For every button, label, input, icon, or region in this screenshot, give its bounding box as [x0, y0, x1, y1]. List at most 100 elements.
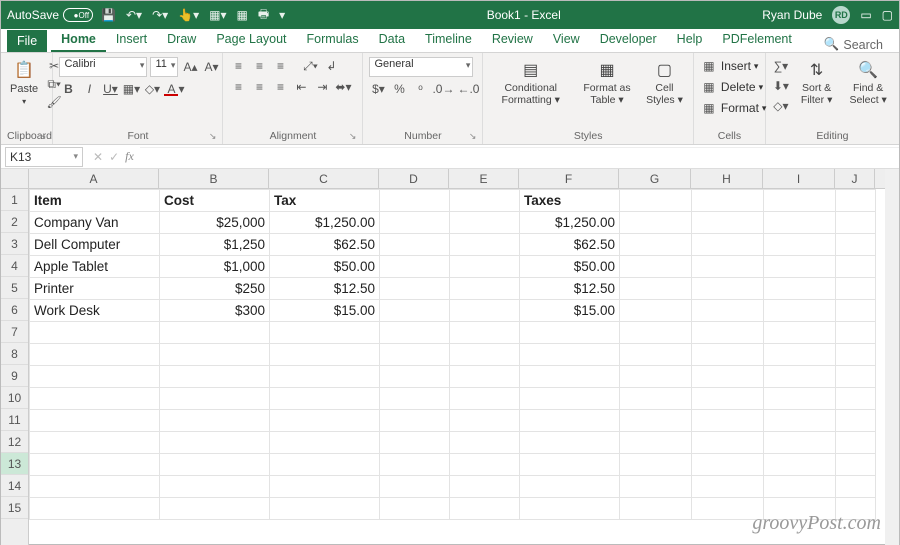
- font-size-select[interactable]: 11: [150, 57, 178, 77]
- cell[interactable]: Taxes: [520, 190, 620, 212]
- cell[interactable]: [836, 300, 876, 322]
- cell[interactable]: [836, 388, 876, 410]
- cell[interactable]: [380, 344, 450, 366]
- align-left-icon[interactable]: ≡: [229, 78, 247, 96]
- tab-home[interactable]: Home: [51, 28, 106, 52]
- cell[interactable]: [520, 410, 620, 432]
- cell[interactable]: [450, 256, 520, 278]
- find-select-button[interactable]: 🔍Find & Select ▾: [843, 57, 893, 108]
- cell[interactable]: Dell Computer: [30, 234, 160, 256]
- cell[interactable]: $1,250.00: [520, 212, 620, 234]
- align-top-icon[interactable]: ≡: [229, 57, 247, 75]
- enter-formula-icon[interactable]: ✓: [109, 150, 119, 164]
- comma-format-icon[interactable]: ᵒ: [411, 80, 429, 98]
- cell[interactable]: [620, 498, 692, 520]
- cell[interactable]: $12.50: [520, 278, 620, 300]
- cell[interactable]: [520, 498, 620, 520]
- sort-filter-button[interactable]: ⇅Sort & Filter ▾: [794, 57, 839, 108]
- cell[interactable]: $25,000: [160, 212, 270, 234]
- user-avatar[interactable]: RD: [832, 6, 850, 24]
- row-header[interactable]: 1: [1, 189, 28, 211]
- column-header[interactable]: C: [269, 169, 379, 189]
- cell[interactable]: [692, 432, 764, 454]
- cell[interactable]: [692, 256, 764, 278]
- cell[interactable]: [380, 498, 450, 520]
- delete-cells-button[interactable]: Delete: [721, 80, 756, 94]
- row-headers[interactable]: 123456789101112131415: [1, 189, 29, 545]
- cell[interactable]: [380, 234, 450, 256]
- cell[interactable]: [764, 454, 836, 476]
- cell[interactable]: [450, 498, 520, 520]
- borders-button[interactable]: ▦▾: [122, 80, 140, 98]
- cell[interactable]: [270, 410, 380, 432]
- cell[interactable]: [380, 454, 450, 476]
- cell[interactable]: [270, 322, 380, 344]
- cell[interactable]: [836, 256, 876, 278]
- cell[interactable]: [380, 300, 450, 322]
- tab-data[interactable]: Data: [369, 28, 415, 52]
- cell[interactable]: [380, 278, 450, 300]
- number-format-select[interactable]: General: [369, 57, 473, 77]
- cell[interactable]: [764, 322, 836, 344]
- cells-area[interactable]: ItemCostTaxTaxesCompany Van$25,000$1,250…: [29, 189, 876, 520]
- quickprint-icon[interactable]: 🖶: [258, 5, 269, 26]
- cell[interactable]: [520, 322, 620, 344]
- cell[interactable]: [380, 212, 450, 234]
- row-header[interactable]: 6: [1, 299, 28, 321]
- row-header[interactable]: 11: [1, 409, 28, 431]
- cell[interactable]: [160, 476, 270, 498]
- cell[interactable]: Apple Tablet: [30, 256, 160, 278]
- cell[interactable]: [160, 432, 270, 454]
- fill-icon[interactable]: ⬇▾: [772, 77, 790, 95]
- cell[interactable]: [160, 344, 270, 366]
- cell[interactable]: [30, 432, 160, 454]
- cell[interactable]: [380, 256, 450, 278]
- cell[interactable]: [620, 410, 692, 432]
- cell[interactable]: [692, 366, 764, 388]
- formula-input[interactable]: [140, 147, 899, 167]
- cell[interactable]: [270, 366, 380, 388]
- tab-draw[interactable]: Draw: [157, 28, 206, 52]
- indent-increase-icon[interactable]: ⇥: [313, 78, 331, 96]
- align-right-icon[interactable]: ≡: [271, 78, 289, 96]
- cell[interactable]: [160, 498, 270, 520]
- cell[interactable]: [270, 498, 380, 520]
- cell[interactable]: [160, 454, 270, 476]
- column-header[interactable]: E: [449, 169, 519, 189]
- tab-review[interactable]: Review: [482, 28, 543, 52]
- cell[interactable]: [836, 212, 876, 234]
- cell[interactable]: [450, 322, 520, 344]
- cell[interactable]: [764, 476, 836, 498]
- alignment-launcher-icon[interactable]: ↘: [349, 131, 357, 142]
- column-header[interactable]: G: [619, 169, 691, 189]
- row-header[interactable]: 9: [1, 365, 28, 387]
- cell[interactable]: [692, 454, 764, 476]
- increase-font-icon[interactable]: A▴: [181, 58, 199, 76]
- cell[interactable]: [764, 234, 836, 256]
- font-launcher-icon[interactable]: ↘: [209, 131, 217, 142]
- cell[interactable]: [836, 410, 876, 432]
- redo-icon[interactable]: ↷▾: [152, 8, 168, 22]
- cell[interactable]: [620, 234, 692, 256]
- row-header[interactable]: 5: [1, 277, 28, 299]
- cell[interactable]: [450, 300, 520, 322]
- cell[interactable]: [270, 344, 380, 366]
- align-center-icon[interactable]: ≡: [250, 78, 268, 96]
- undo-icon[interactable]: ↶▾: [126, 8, 142, 22]
- cell[interactable]: [764, 388, 836, 410]
- row-header[interactable]: 13: [1, 453, 28, 475]
- row-header[interactable]: 4: [1, 255, 28, 277]
- cell[interactable]: [620, 278, 692, 300]
- cell[interactable]: [160, 366, 270, 388]
- decrease-font-icon[interactable]: A▾: [202, 58, 220, 76]
- cell[interactable]: [692, 278, 764, 300]
- cell[interactable]: [30, 344, 160, 366]
- cell[interactable]: [764, 366, 836, 388]
- tab-developer[interactable]: Developer: [590, 28, 667, 52]
- cell[interactable]: Printer: [30, 278, 160, 300]
- tab-file[interactable]: File: [7, 30, 47, 52]
- cell[interactable]: [450, 432, 520, 454]
- cell[interactable]: [450, 366, 520, 388]
- row-header[interactable]: 2: [1, 211, 28, 233]
- cancel-formula-icon[interactable]: ✕: [93, 150, 103, 164]
